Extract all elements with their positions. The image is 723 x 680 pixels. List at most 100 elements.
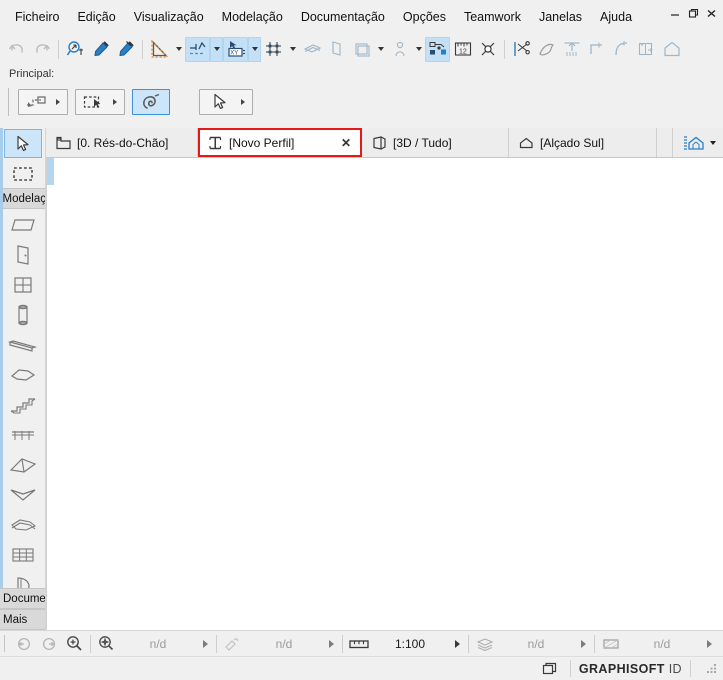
scale-value[interactable]: 1:100	[371, 637, 449, 651]
palette-section-modeling[interactable]: Modelaç	[0, 188, 45, 209]
grid-snap-icon[interactable]	[261, 37, 286, 62]
marquee-select-arrow[interactable]	[109, 99, 121, 105]
scale-field[interactable]: 1:100	[346, 633, 465, 655]
orientation-value[interactable]: n/d	[119, 637, 197, 651]
orientation-dropdown-arrow[interactable]	[197, 639, 213, 648]
zoom-previous-button[interactable]	[12, 633, 37, 655]
menu-teamwork[interactable]: Teamwork	[455, 6, 530, 28]
menu-opcoes[interactable]: Opções	[394, 6, 455, 28]
close-button[interactable]	[704, 6, 719, 21]
fillet-icon[interactable]	[609, 37, 634, 62]
tool-railing[interactable]	[4, 420, 42, 449]
coordinate-xy-icon[interactable]: XY	[223, 36, 248, 62]
tool-window[interactable]	[4, 270, 42, 299]
marquee-drag-button[interactable]	[18, 89, 68, 115]
eyedropper-pick-icon[interactable]	[88, 37, 113, 62]
pen-set-field[interactable]: n/d	[220, 633, 339, 655]
palette-section-documentation[interactable]: Docume	[0, 588, 45, 609]
orientation-field[interactable]: n/d	[94, 633, 213, 655]
layers-icon[interactable]	[299, 37, 324, 62]
graphisoft-id-label[interactable]: GRAPHISOFT ID	[579, 662, 682, 676]
palette-drag-strip[interactable]	[0, 128, 3, 630]
zoom-in-button[interactable]	[62, 633, 87, 655]
menu-ficheiro[interactable]: Ficheiro	[6, 6, 68, 28]
arrow-select-button[interactable]	[199, 89, 253, 115]
roof-edit-icon[interactable]	[659, 37, 684, 62]
menu-edicao[interactable]: Edição	[68, 6, 124, 28]
minimize-button[interactable]	[668, 6, 683, 21]
tab-close-button[interactable]: ✕	[329, 137, 351, 149]
pen-set-icon[interactable]	[220, 633, 245, 655]
layer-combination-value[interactable]: n/d	[497, 637, 575, 651]
person-dropdown-arrow[interactable]	[412, 37, 425, 62]
toolbar-drag-grip[interactable]	[8, 88, 11, 116]
menu-documentacao[interactable]: Documentação	[292, 6, 394, 28]
tool-morph[interactable]	[4, 510, 42, 539]
layer-combination-field[interactable]: n/d	[472, 633, 591, 655]
palette-section-more[interactable]: Mais	[0, 609, 45, 630]
structure-icon[interactable]	[598, 633, 623, 655]
tool-marquee[interactable]	[4, 159, 42, 188]
dimension-icon[interactable]	[185, 36, 210, 62]
undo-icon[interactable]	[4, 37, 29, 62]
partial-structure-field[interactable]: n/d	[598, 633, 717, 655]
tool-door[interactable]	[4, 240, 42, 269]
measure-dropdown-arrow[interactable]	[172, 37, 185, 62]
menu-ajuda[interactable]: Ajuda	[591, 6, 641, 28]
resize-grip-icon[interactable]	[705, 662, 719, 676]
magic-wand-icon[interactable]	[534, 37, 559, 62]
magnet-snap-button[interactable]	[132, 89, 170, 115]
node-marker-icon[interactable]	[475, 37, 500, 62]
align-top-icon[interactable]	[559, 37, 584, 62]
redo-icon[interactable]	[29, 37, 54, 62]
statusbar-grip[interactable]	[4, 635, 8, 652]
partial-structure-value[interactable]: n/d	[623, 637, 701, 651]
layer-combination-dropdown-arrow[interactable]	[575, 639, 591, 648]
scale-dropdown-arrow[interactable]	[449, 639, 465, 648]
offset-icon[interactable]	[634, 37, 659, 62]
scissors-trim-icon[interactable]	[509, 37, 534, 62]
menu-visualizacao[interactable]: Visualização	[125, 6, 213, 28]
tool-wall[interactable]	[4, 210, 42, 239]
menu-janelas[interactable]: Janelas	[530, 6, 591, 28]
marquee-drag-arrow[interactable]	[52, 99, 64, 105]
stories-icon[interactable]	[349, 37, 374, 62]
eyedropper-inject-icon[interactable]	[113, 37, 138, 62]
orientation-icon[interactable]	[94, 633, 119, 655]
layers-stack-icon[interactable]	[472, 633, 497, 655]
marquee-select-button[interactable]	[75, 89, 125, 115]
ruler-12-icon[interactable]: 12	[450, 37, 475, 62]
tool-mesh[interactable]	[4, 540, 42, 569]
stories-dropdown-arrow[interactable]	[374, 37, 387, 62]
menu-modelacao[interactable]: Modelação	[213, 6, 292, 28]
pen-set-value[interactable]: n/d	[245, 637, 323, 651]
zoom-select-icon[interactable]	[63, 37, 88, 62]
partial-structure-dropdown-arrow[interactable]	[701, 639, 717, 648]
tool-beam[interactable]	[4, 330, 42, 359]
corner-icon[interactable]	[584, 37, 609, 62]
tool-arrow[interactable]	[3, 129, 42, 158]
chevron-down-icon[interactable]	[710, 140, 716, 145]
tab-3d-tudo[interactable]: [3D / Tudo]	[362, 128, 509, 157]
windows-cascade-icon[interactable]	[538, 662, 562, 676]
arrow-select-arrow[interactable]	[237, 99, 249, 105]
tab-novo-perfil[interactable]: [Novo Perfil] ✕	[198, 128, 362, 157]
ruler-icon[interactable]	[346, 633, 371, 655]
grid-snap-dropdown-arrow[interactable]	[286, 37, 299, 62]
tab-alcado-sul[interactable]: [Alçado Sul]	[509, 128, 657, 157]
3d-transform-icon[interactable]	[425, 36, 450, 62]
measure-triangle-icon[interactable]	[147, 37, 172, 62]
tool-slab[interactable]	[4, 360, 42, 389]
tool-shell[interactable]	[4, 480, 42, 509]
pen-set-dropdown-arrow[interactable]	[323, 639, 339, 648]
coordinate-dropdown-arrow[interactable]	[248, 36, 261, 62]
person-scale-icon[interactable]	[387, 37, 412, 62]
tool-roof[interactable]	[4, 450, 42, 479]
plane-icon[interactable]	[324, 37, 349, 62]
tool-column[interactable]	[4, 300, 42, 329]
drawing-canvas[interactable]: ✖	[46, 158, 723, 630]
tab-res-do-chao[interactable]: [0. Rés-do-Chão]	[46, 128, 198, 157]
restore-button[interactable]	[686, 6, 701, 21]
tool-stair[interactable]	[4, 390, 42, 419]
dimension-dropdown-arrow[interactable]	[210, 36, 223, 62]
